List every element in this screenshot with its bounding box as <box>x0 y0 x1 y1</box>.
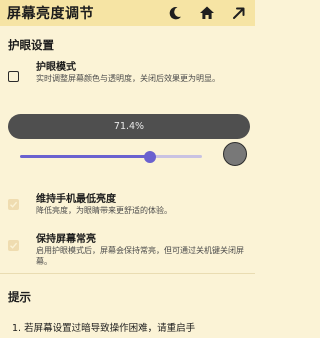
eye-mode-checkbox[interactable] <box>8 71 19 82</box>
tip-item: 1. 若屏幕设置过暗导致操作困难，请重启手 <box>12 323 196 334</box>
slider-thumb[interactable] <box>143 151 156 163</box>
keep-min-brightness-title: 维持手机最低亮度 <box>36 194 116 205</box>
slider-track-inactive <box>149 155 202 158</box>
check-icon <box>10 201 18 208</box>
app-title: 屏幕亮度调节 <box>7 6 94 22</box>
divider <box>0 273 255 274</box>
keep-screen-on-description: 启用护眼模式后，屏幕会保持常亮，但可通过关机键关闭屏幕。 <box>36 246 244 266</box>
keep-screen-on-title: 保持屏幕常亮 <box>36 234 96 245</box>
eye-mode-title: 护眼模式 <box>36 62 76 73</box>
keep-min-brightness-description: 降低亮度，为眼睛带来更舒适的体验。 <box>36 206 172 215</box>
eye-mode-description: 实时调整屏幕颜色与透明度，关闭后效果更为明显。 <box>36 74 220 83</box>
keep-min-brightness-checkbox[interactable] <box>8 199 19 210</box>
section-title-eye-settings: 护眼设置 <box>8 38 54 52</box>
moon-icon[interactable] <box>166 4 184 22</box>
section-title-tips: 提示 <box>8 290 31 304</box>
check-icon <box>10 242 18 249</box>
slider-track-active <box>20 155 150 158</box>
eye-level-display: 71.4% <box>8 114 250 139</box>
eye-level-percent: 71.4% <box>113 121 145 132</box>
app-bar: 屏幕亮度调节 <box>0 0 255 26</box>
arrow-up-right-icon[interactable] <box>230 4 248 22</box>
color-picker-button[interactable] <box>223 142 247 166</box>
home-icon[interactable] <box>198 4 216 22</box>
keep-screen-on-checkbox[interactable] <box>8 240 19 251</box>
